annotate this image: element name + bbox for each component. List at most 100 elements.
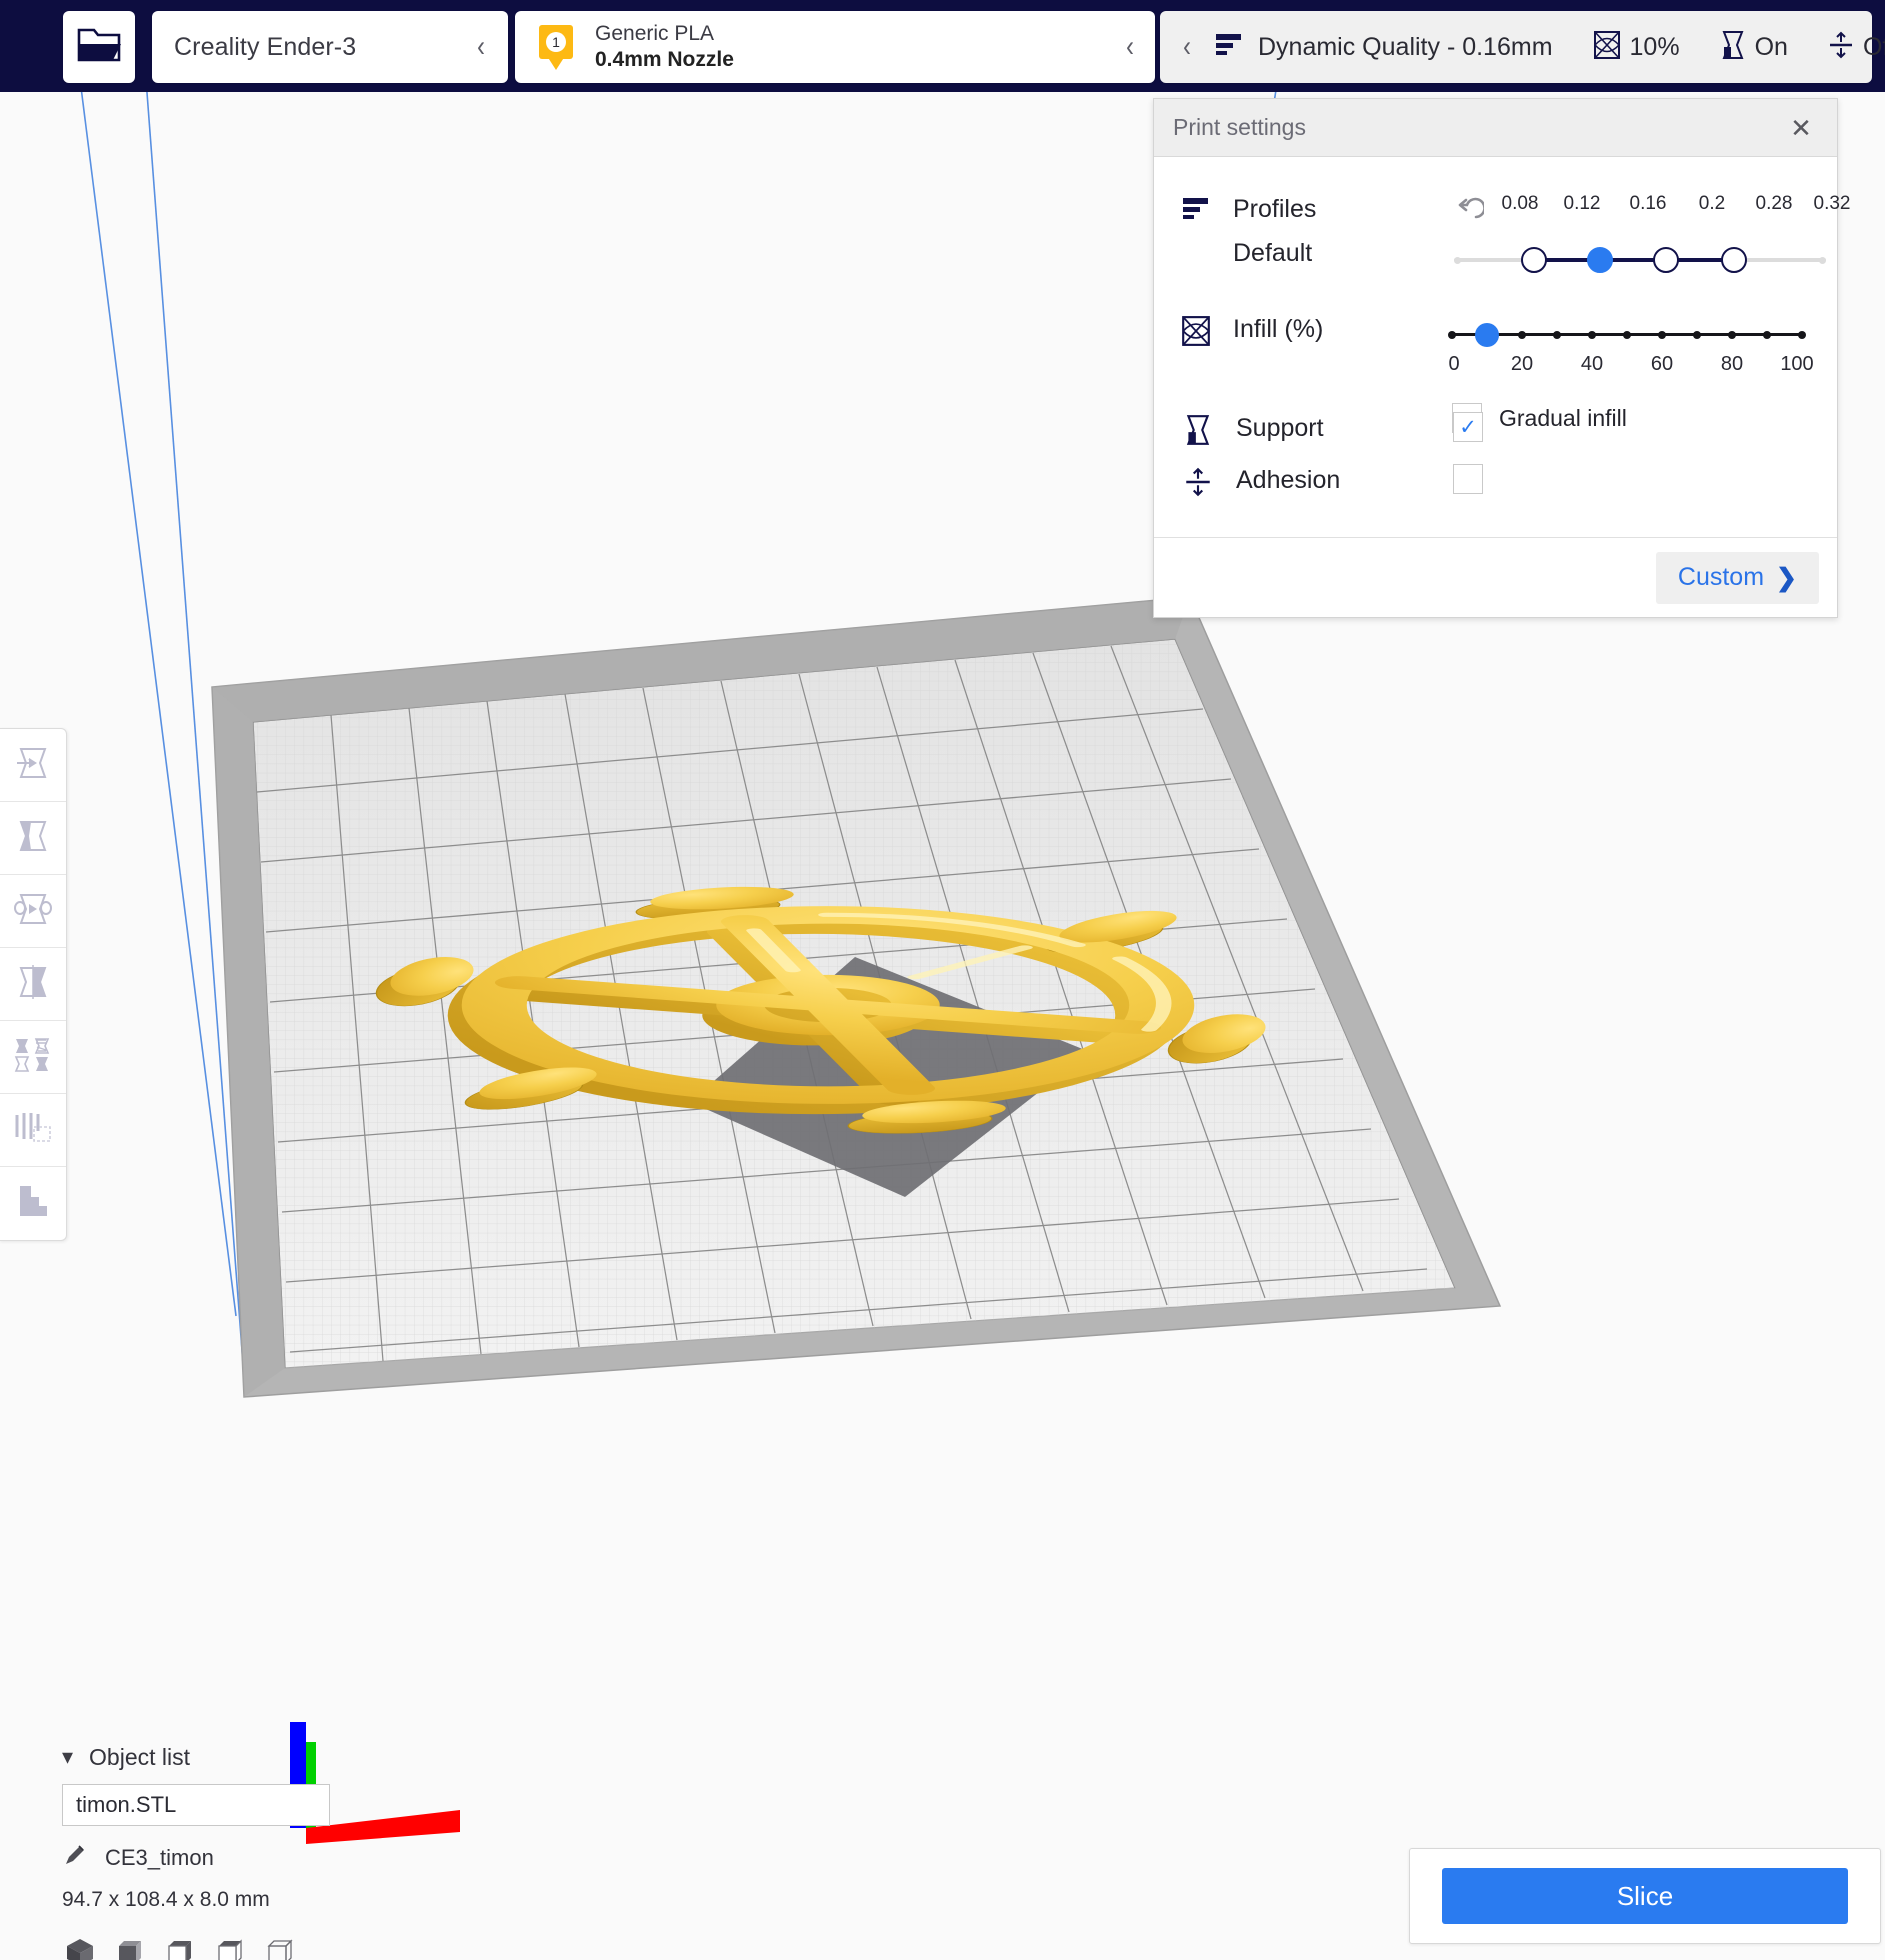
- profiles-label: Profiles: [1233, 195, 1317, 223]
- profiles-slider[interactable]: [1454, 247, 1826, 273]
- move-tool-button[interactable]: [0, 729, 66, 802]
- profile-handle-0.2[interactable]: [1653, 247, 1679, 273]
- open-folder-icon: [77, 26, 121, 69]
- close-icon[interactable]: ✕: [1785, 112, 1817, 144]
- slice-button[interactable]: Slice: [1442, 1868, 1848, 1924]
- slider-rail-cap-left: [1454, 256, 1461, 264]
- profiles-row: Profiles: [1181, 195, 1316, 227]
- machine-selector[interactable]: Creality Ender-3 ‹: [152, 11, 508, 83]
- smart-slice-tool-button[interactable]: [0, 1167, 66, 1240]
- slider-rail-active: [1534, 258, 1734, 262]
- profile-tick-3: 0.2: [1698, 193, 1726, 214]
- chevron-left-icon[interactable]: ‹: [1126, 32, 1134, 62]
- infill-tick-30: [1553, 330, 1561, 339]
- support-blocker-tool-button[interactable]: [0, 1094, 66, 1167]
- support-checkbox[interactable]: ✓: [1453, 412, 1483, 442]
- print-settings-panel: Print settings ✕ Profiles Default 0.08 0…: [1153, 98, 1851, 618]
- chevron-left-icon[interactable]: ‹: [1183, 32, 1191, 62]
- slice-button-label: Slice: [1616, 1880, 1674, 1911]
- xray-view-icon[interactable]: [162, 1934, 198, 1960]
- adhesion-label: Adhesion: [1236, 466, 1341, 494]
- infill-tick-labels: 0 20 40 60 80 100: [1448, 353, 1813, 379]
- solid-view-icon[interactable]: [62, 1934, 98, 1960]
- support-icon: [1184, 414, 1216, 446]
- infill-tick-100: [1798, 330, 1806, 339]
- object-name-field[interactable]: timon.STL: [62, 1784, 330, 1826]
- adhesion-summary-value: Off: [1862, 32, 1885, 61]
- rotate-tool-button[interactable]: [0, 875, 66, 948]
- infill-tick-90: [1763, 330, 1771, 339]
- machine-name: Creality Ender-3: [174, 32, 357, 61]
- infill-tick-70: [1693, 330, 1701, 339]
- profile-tick-1: 0.12: [1563, 193, 1601, 214]
- slider-rail-cap-right: [1819, 256, 1826, 264]
- check-icon: ✓: [1459, 415, 1477, 439]
- chevron-left-icon[interactable]: ‹: [477, 32, 485, 62]
- scale-icon: [13, 819, 53, 858]
- cura-app-window: Creality Ender-3 ‹ 1 Generic PLA 0.4mm N…: [0, 0, 1885, 1960]
- object-name-value: timon.STL: [76, 1792, 177, 1817]
- chevron-right-icon: ❯: [1776, 563, 1797, 592]
- print-setup-selector[interactable]: ‹ Dynamic Quality - 0.16mm 10% On O: [1160, 11, 1885, 83]
- gradual-infill-label: Gradual infill: [1499, 404, 1627, 431]
- infill-tick-60: [1658, 330, 1666, 339]
- infill-slider[interactable]: [1448, 323, 1806, 347]
- profile-handle-0.12[interactable]: [1521, 247, 1547, 273]
- material-selector[interactable]: 1 Generic PLA 0.4mm Nozzle ‹: [515, 11, 1155, 83]
- profile-handle-0.28[interactable]: [1721, 247, 1747, 273]
- support-label: Support: [1236, 414, 1324, 442]
- print-settings-footer: Custom ❯: [1154, 537, 1837, 617]
- infill-label-60: 60: [1650, 353, 1674, 375]
- infill-label-80: 80: [1720, 353, 1744, 375]
- infill-label: Infill (%): [1233, 315, 1324, 343]
- adhesion-row: Adhesion: [1184, 466, 1340, 498]
- view-mode-row: [62, 1934, 392, 1960]
- mirror-tool-button[interactable]: [0, 948, 66, 1021]
- print-settings-header: Print settings ✕: [1154, 99, 1837, 157]
- print-settings-body: Profiles Default 0.08 0.12 0.16 0.2 0.28…: [1154, 157, 1851, 537]
- infill-icon: [1593, 30, 1621, 65]
- support-row: Support: [1184, 414, 1324, 446]
- object-list-title: Object list: [89, 1743, 191, 1770]
- extruder-number: 1: [546, 32, 566, 52]
- shaded-view-icon[interactable]: [112, 1934, 148, 1960]
- layer-view-icon[interactable]: [212, 1934, 248, 1960]
- support-blocker-icon: [12, 1111, 54, 1150]
- infill-handle[interactable]: [1475, 323, 1499, 347]
- object-list-header[interactable]: ▾ Object list: [62, 1740, 392, 1774]
- layer-height-icon: [1181, 195, 1213, 227]
- infill-tick-0: [1448, 330, 1456, 339]
- profile-handle-0.16[interactable]: [1587, 247, 1613, 273]
- infill-row: Infill (%): [1181, 315, 1323, 347]
- adhesion-checkbox[interactable]: [1453, 464, 1483, 494]
- material-name: Generic PLA: [595, 22, 715, 46]
- chevron-down-icon[interactable]: ▾: [62, 1746, 73, 1768]
- per-model-settings-tool-button[interactable]: [0, 1021, 66, 1094]
- custom-settings-button[interactable]: Custom ❯: [1655, 551, 1819, 604]
- object-dimensions: 94.7 x 108.4 x 8.0 mm: [62, 1888, 270, 1911]
- infill-tick-40: [1588, 330, 1596, 339]
- custom-button-label: Custom: [1677, 563, 1765, 591]
- infill-summary-value: 10%: [1629, 32, 1680, 61]
- panel-title: Print settings: [1173, 114, 1306, 140]
- wireframe-view-icon[interactable]: [262, 1934, 298, 1960]
- infill-icon: [1181, 315, 1213, 347]
- infill-label-0: 0: [1448, 353, 1460, 375]
- profile-tick-0: 0.08: [1501, 193, 1539, 214]
- adhesion-icon: [1828, 30, 1854, 65]
- left-tool-toolbar: [0, 728, 67, 1241]
- profile-tick-5: 0.32: [1813, 193, 1851, 214]
- profiles-value-label: Default: [1233, 239, 1313, 267]
- per-model-settings-icon: [12, 1037, 54, 1078]
- profiles-tick-labels: 0.08 0.12 0.16 0.2 0.28 0.32: [1501, 193, 1851, 221]
- quality-profile-label: Dynamic Quality - 0.16mm: [1258, 32, 1553, 61]
- infill-tick-20: [1518, 330, 1526, 339]
- infill-summary: 10%: [1593, 30, 1680, 65]
- infill-label-40: 40: [1580, 353, 1604, 375]
- reset-arrow-icon[interactable]: [1454, 197, 1486, 227]
- open-file-button[interactable]: [63, 11, 135, 83]
- rotate-icon: [13, 892, 53, 931]
- infill-tick-80: [1728, 330, 1736, 339]
- object-profile-row[interactable]: CE3_timon: [62, 1842, 392, 1873]
- scale-tool-button[interactable]: [0, 802, 66, 875]
